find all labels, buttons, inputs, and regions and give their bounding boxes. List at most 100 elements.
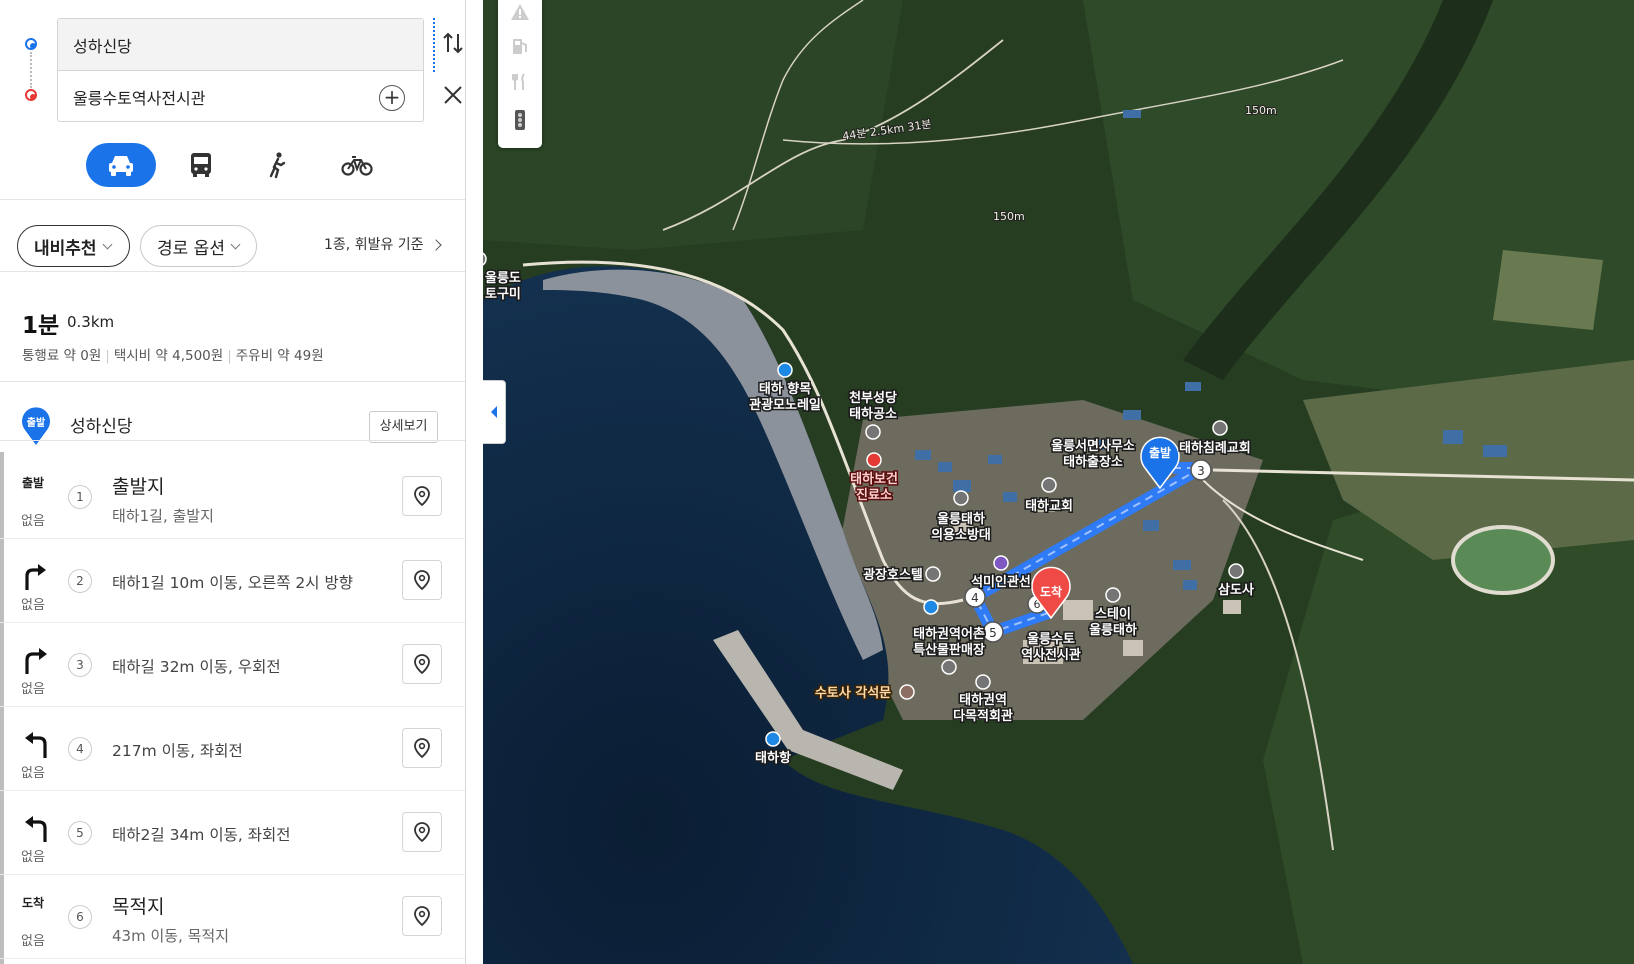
location-pin-icon xyxy=(414,570,430,591)
farmland xyxy=(1493,250,1603,330)
location-pin-icon xyxy=(414,822,430,843)
step-badge: 출발 xyxy=(22,476,45,490)
tab-car[interactable] xyxy=(86,143,156,187)
poi-label: 관광모노레일 xyxy=(749,397,821,413)
poi-label: 울릉서면사무소 xyxy=(1051,438,1135,454)
location-pin-icon xyxy=(414,738,430,759)
step-number: 6 xyxy=(68,905,92,929)
turn-left-icon xyxy=(25,816,47,842)
step-traffic: 없음 xyxy=(21,598,45,613)
tab-bus[interactable] xyxy=(176,143,226,187)
tab-bike[interactable] xyxy=(332,143,382,187)
poi-label: 진료소 xyxy=(856,487,892,503)
waypoint-4[interactable]: 4 xyxy=(964,586,986,608)
waypoint-3[interactable]: 3 xyxy=(1190,459,1212,481)
map-view[interactable]: 3 4 5 6 출발 도착 태하 향목 관광모노레일 천부성당 태하공소 태하보… xyxy=(483,0,1634,964)
poi-label: 역사전시관 xyxy=(1021,647,1081,663)
fuel-basis-link[interactable]: 1종, 휘발유 기준 xyxy=(324,234,442,254)
location-pin-icon xyxy=(414,906,430,927)
poi-label: 울릉도 xyxy=(485,270,521,286)
close-icon xyxy=(444,86,462,104)
traffic-light-icon xyxy=(515,110,525,130)
step-traffic: 없음 xyxy=(21,850,45,865)
route-step[interactable]: 없음 4 217m 이동, 좌회전 xyxy=(0,704,465,791)
step-view-button[interactable] xyxy=(402,896,442,936)
step-instruction: 태하1길 10m 이동, 오른쪽 2시 방향 xyxy=(112,574,353,592)
step-instruction: 태하길 32m 이동, 우회전 xyxy=(112,658,281,676)
step-subtitle: 태하1길, 출발지 xyxy=(112,507,214,525)
nav-recommend-label: 내비추천 xyxy=(34,238,97,259)
route-distance: 0.3km xyxy=(67,313,115,331)
detail-button[interactable]: 상세보기 xyxy=(369,411,438,443)
step-view-button[interactable] xyxy=(402,812,442,852)
divider xyxy=(0,381,465,382)
origin-input[interactable]: 성하신당 xyxy=(58,19,423,71)
poi-label: 특산물판매장 xyxy=(913,642,985,658)
route-step[interactable]: 출발 없음 1 출발지 태하1길, 출발지 xyxy=(0,452,465,539)
poi-label: 토구미 xyxy=(485,286,521,302)
add-waypoint-button[interactable]: + xyxy=(379,85,405,111)
location-pin-icon xyxy=(414,654,430,675)
step-number: 1 xyxy=(68,485,92,509)
destination-input[interactable]: 울릉수토역사전시관 + xyxy=(58,71,423,123)
route-options-label: 경로 옵션 xyxy=(157,238,225,259)
divider xyxy=(0,271,465,272)
chevron-right-icon xyxy=(430,239,442,251)
close-button[interactable] xyxy=(440,82,465,108)
warning-toggle[interactable] xyxy=(508,0,532,24)
route-costs: 통행료 약 0원 | 택시비 약 4,500원 | 주유비 약 49원 xyxy=(22,348,324,364)
waypoint-label: 4 xyxy=(971,591,979,605)
nav-recommend-dropdown[interactable]: 내비추천 xyxy=(17,225,130,267)
step-traffic: 없음 xyxy=(21,766,45,781)
step-number: 2 xyxy=(68,569,92,593)
swap-button[interactable] xyxy=(440,30,465,56)
restaurant-toggle[interactable] xyxy=(508,70,532,94)
waypoint-5[interactable]: 5 xyxy=(982,621,1004,643)
origin-name: 성하신당 xyxy=(70,417,133,437)
step-view-button[interactable] xyxy=(402,560,442,600)
turn-right-icon xyxy=(25,648,47,674)
step-view-button[interactable] xyxy=(402,644,442,684)
poi-label: 울릉태하 xyxy=(1089,622,1137,638)
waypoint-label: 3 xyxy=(1197,464,1205,478)
chevron-down-icon xyxy=(102,239,113,249)
step-subtitle: 43m 이동, 목적지 xyxy=(112,927,230,945)
location-pin-icon xyxy=(414,486,430,507)
route-step[interactable]: 없음 3 태하길 32m 이동, 우회전 xyxy=(0,620,465,707)
route-step[interactable]: 없음 5 태하2길 34m 이동, 좌회전 xyxy=(0,788,465,875)
poi-label: 울릉수토 xyxy=(1027,631,1075,647)
route-options-dropdown[interactable]: 경로 옵션 xyxy=(140,225,257,267)
route-connector xyxy=(30,52,32,88)
tab-walk[interactable] xyxy=(252,143,302,187)
divider xyxy=(0,440,465,441)
directions-panel: 성하신당 울릉수토역사전시관 + 내비추천 경로 옵션 1종, 휘발유 기준 1… xyxy=(0,0,466,964)
poi-label: 광장호스텔 xyxy=(863,567,923,583)
elevation-label: 150m xyxy=(1245,104,1277,117)
destination-input-text: 울릉수토역사전시관 xyxy=(73,89,206,108)
satellite-map[interactable]: 3 4 5 6 출발 도착 태하 향목 관광모노레일 천부성당 태하공소 태하보… xyxy=(483,0,1634,964)
chevron-left-icon xyxy=(491,406,497,418)
step-view-button[interactable] xyxy=(402,728,442,768)
route-step[interactable]: 도착 없음 6 목적지 43m 이동, 목적지 xyxy=(0,872,465,959)
origin-marker-icon: 출발 xyxy=(21,406,51,450)
step-number: 3 xyxy=(68,653,92,677)
route-step[interactable]: 없음 2 태하1길 10m 이동, 오른쪽 2시 방향 xyxy=(0,536,465,623)
fuel-cost: 주유비 약 49원 xyxy=(235,348,324,364)
turn-right-up-icon xyxy=(25,564,46,590)
poi-label: 스테이 xyxy=(1095,606,1131,622)
step-instruction: 217m 이동, 좌회전 xyxy=(112,742,243,760)
step-traffic: 없음 xyxy=(21,514,45,529)
poi-label: 태하침례교회 xyxy=(1179,440,1251,456)
poi-label: 태하출장소 xyxy=(1063,454,1123,470)
poi-label: 태하공소 xyxy=(849,406,897,422)
traffic-light-toggle[interactable] xyxy=(508,108,532,132)
poi-label: 삼도사 xyxy=(1218,582,1254,598)
route-inputs: 성하신당 울릉수토역사전시관 + xyxy=(57,18,424,122)
collapse-panel-button[interactable] xyxy=(483,380,506,444)
transport-mode-tabs xyxy=(86,143,406,187)
gas-station-toggle[interactable] xyxy=(508,34,532,58)
poi-label: 수토사 각석문 xyxy=(815,685,891,701)
poi-label: 태하권역어촌 xyxy=(913,626,985,642)
step-view-button[interactable] xyxy=(402,476,442,516)
step-title: 목적지 xyxy=(112,896,165,918)
